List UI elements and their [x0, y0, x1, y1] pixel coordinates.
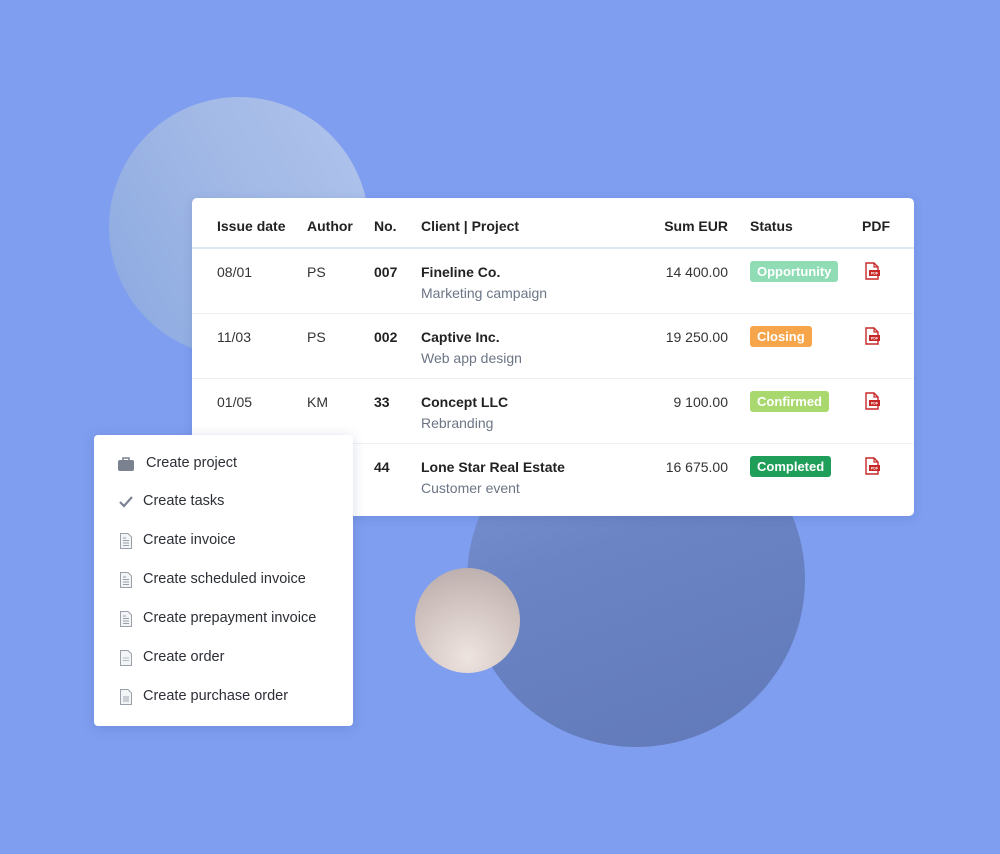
svg-text:PDF: PDF — [871, 337, 879, 341]
scheduled-invoice-document-icon — [117, 571, 135, 589]
project-name: Web app design — [421, 350, 522, 366]
order-document-icon — [117, 649, 135, 667]
prepayment-invoice-document-icon — [117, 610, 135, 628]
column-header-status[interactable]: Status — [750, 218, 793, 234]
pdf-file-icon[interactable]: PDF — [863, 457, 881, 475]
create-menu: Create project Create tasks Create invoi… — [94, 435, 353, 726]
table-row[interactable]: 11/03 PS 002 Captive Inc. Web app design… — [192, 314, 914, 379]
invoice-document-icon — [117, 532, 135, 550]
issue-date: 01/05 — [217, 394, 253, 410]
menu-item-create-invoice[interactable]: Create invoice — [94, 526, 353, 556]
document-number: 007 — [374, 264, 398, 280]
checkmark-icon — [117, 493, 135, 511]
menu-item-create-purchase-order[interactable]: Create purchase order — [94, 682, 353, 712]
purchase-order-document-icon — [117, 688, 135, 706]
svg-text:PDF: PDF — [871, 467, 879, 471]
svg-text:PDF: PDF — [871, 402, 879, 406]
pdf-file-icon[interactable]: PDF — [863, 327, 881, 345]
menu-item-label: Create scheduled invoice — [143, 571, 306, 587]
table-header: Issue date Author No. Client | Project S… — [192, 198, 914, 249]
column-header-pdf[interactable]: PDF — [862, 218, 890, 234]
column-header-issue-date[interactable]: Issue date — [217, 218, 285, 234]
document-number: 33 — [374, 394, 390, 410]
menu-item-label: Create prepayment invoice — [143, 610, 317, 626]
menu-item-create-order[interactable]: Create order — [94, 643, 353, 673]
client-name[interactable]: Lone Star Real Estate — [421, 459, 565, 475]
column-header-no[interactable]: No. — [374, 218, 397, 234]
menu-item-label: Create tasks — [143, 493, 225, 509]
menu-item-create-scheduled-invoice[interactable]: Create scheduled invoice — [94, 565, 353, 595]
table-row[interactable]: 08/01 PS 007 Fineline Co. Marketing camp… — [192, 249, 914, 314]
briefcase-icon — [117, 455, 135, 473]
svg-text:PDF: PDF — [871, 272, 879, 276]
document-number: 002 — [374, 329, 398, 345]
menu-item-label: Create purchase order — [143, 688, 289, 704]
menu-item-label: Create invoice — [143, 532, 236, 548]
client-name[interactable]: Fineline Co. — [421, 264, 500, 280]
issue-date: 11/03 — [217, 329, 251, 345]
sum-eur: 14 400.00 — [665, 264, 728, 280]
author: PS — [307, 264, 326, 280]
decorative-sphere — [415, 568, 520, 673]
status-badge: Opportunity — [750, 261, 839, 282]
project-name: Rebranding — [421, 415, 494, 431]
author: PS — [307, 329, 326, 345]
client-name[interactable]: Captive Inc. — [421, 329, 500, 345]
author: KM — [307, 394, 328, 410]
column-header-author[interactable]: Author — [307, 218, 353, 234]
menu-item-label: Create project — [146, 455, 238, 471]
column-header-sum[interactable]: Sum EUR — [664, 218, 728, 234]
menu-item-create-tasks[interactable]: Create tasks — [94, 487, 353, 517]
menu-item-create-prepayment-invoice[interactable]: Create prepayment invoice — [94, 604, 353, 634]
pdf-file-icon[interactable]: PDF — [863, 392, 881, 410]
status-badge: Completed — [750, 456, 832, 477]
status-badge: Confirmed — [750, 391, 829, 412]
client-name[interactable]: Concept LLC — [421, 394, 508, 410]
sum-eur: 9 100.00 — [673, 394, 729, 410]
sum-eur: 16 675.00 — [665, 459, 728, 475]
column-header-client-project[interactable]: Client | Project — [421, 218, 519, 234]
sum-eur: 19 250.00 — [665, 329, 728, 345]
issue-date: 08/01 — [217, 264, 253, 280]
menu-item-create-project[interactable]: Create project — [94, 449, 353, 479]
project-name: Marketing campaign — [421, 285, 548, 301]
document-number: 44 — [374, 459, 390, 475]
project-name: Customer event — [421, 480, 520, 496]
menu-item-label: Create order — [143, 649, 225, 665]
status-badge: Closing — [750, 326, 812, 347]
pdf-file-icon[interactable]: PDF — [863, 262, 881, 280]
